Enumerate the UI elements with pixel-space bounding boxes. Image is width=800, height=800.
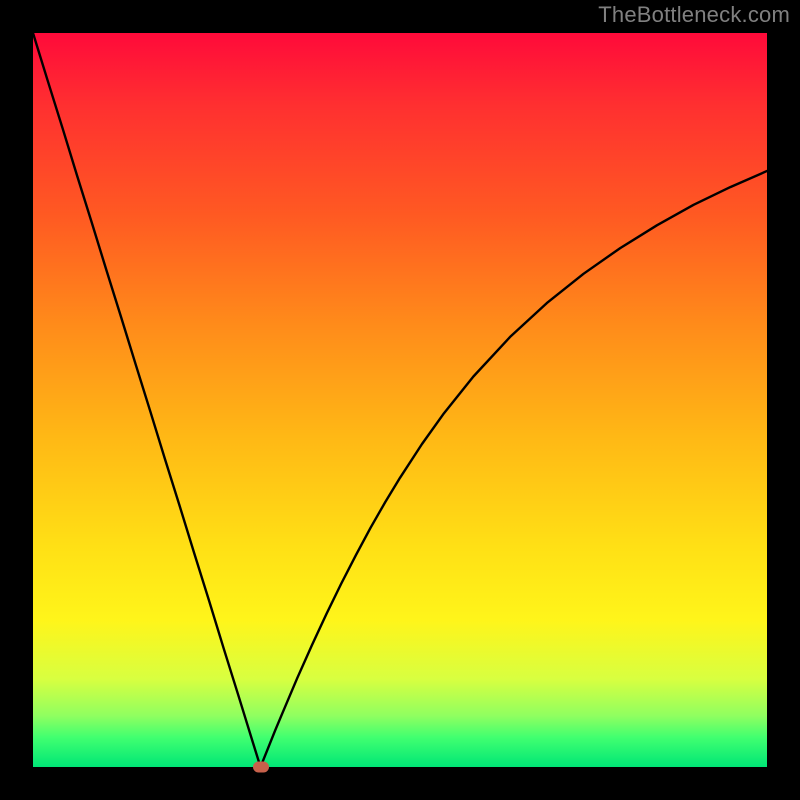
chart-frame: TheBottleneck.com <box>0 0 800 800</box>
plot-area <box>33 33 767 767</box>
optimal-point-marker <box>253 762 269 773</box>
attribution-label: TheBottleneck.com <box>598 2 790 28</box>
bottleneck-curve <box>33 33 767 767</box>
